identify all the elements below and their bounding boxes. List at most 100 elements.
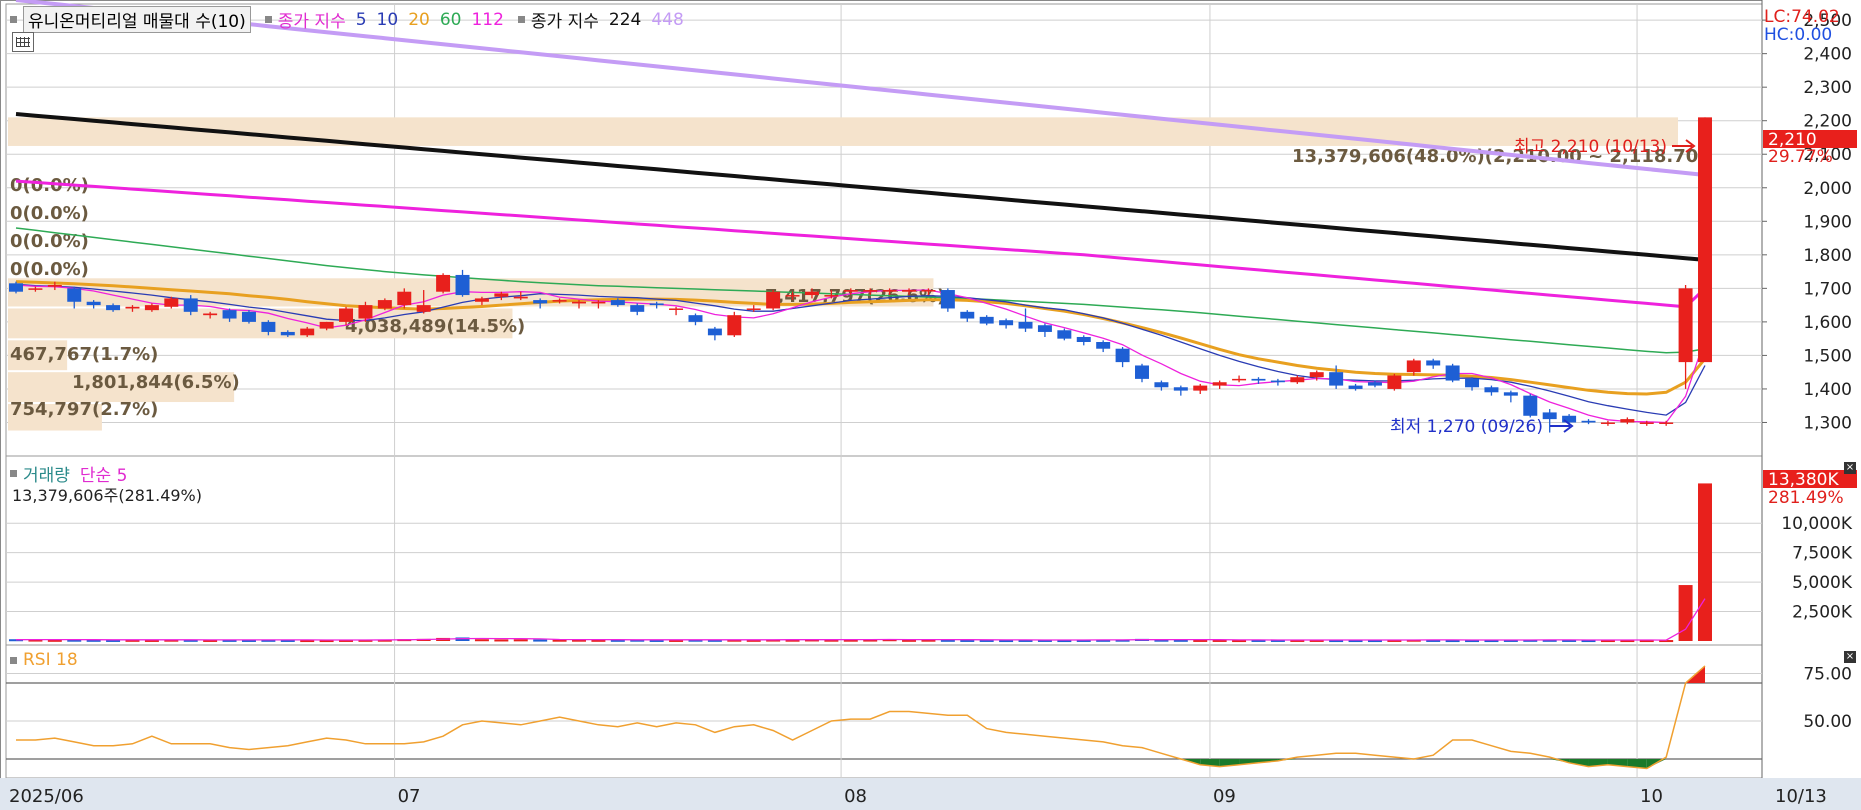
volume-tick-label: 5,000K [1792,573,1853,593]
price-tick-label: 1,400 [1803,380,1852,400]
ma20-legend[interactable]: 20 [408,10,430,30]
price-legend[interactable]: 유니온머티리얼 매물대 수(10) 종가 지수 5 10 20 60 112 종… [6,6,694,33]
price-tick-label: 1,900 [1803,212,1852,232]
candle-body [1135,365,1149,379]
candle-body [1659,422,1674,424]
candle-body [1600,422,1615,424]
candle-body [1212,382,1227,386]
candle-body [1290,377,1305,383]
candle-body [1154,382,1169,388]
x-tick-label: 09 [1213,786,1236,807]
volume-profile-bar [8,117,1678,146]
volume-tick-label: 7,500K [1792,544,1853,564]
candle-body [649,303,664,306]
candle-body [9,283,23,292]
stock-chart[interactable]: 2,5002,4002,3002,2002,1002,0001,9001,800… [0,0,1861,810]
candle-body [1678,288,1693,363]
x-axis-right-label: 10/13 [1775,786,1827,807]
price-tick-label: 1,500 [1803,346,1852,366]
rsi-tick-label: 50.00 [1803,712,1852,732]
volume-current-pct: 281.49% [1768,488,1844,508]
max-price-label: 최고 2,210 (10/13) [1514,137,1667,157]
candle-body [1173,387,1188,391]
volume-profile-label: 0(0.0%) [10,203,89,224]
candle-body [1057,330,1072,339]
candle-body [882,290,897,292]
candle-body [591,301,606,304]
volume-current-label: 13,380K [1768,470,1839,490]
ma5-legend[interactable]: 5 [356,10,367,30]
ma10-legend[interactable]: 10 [377,10,399,30]
price-legend-title[interactable]: 유니온머티리얼 매물대 수(10) [23,6,251,33]
x-tick-label: 07 [398,786,421,807]
volume-profile-label: 0(0.0%) [10,231,89,252]
candle-body [824,295,839,297]
price-tick-label: 2,300 [1803,78,1852,98]
ma224-legend[interactable]: 224 [609,10,641,30]
candle-body [1465,378,1480,388]
x-tick-label: 08 [844,786,867,807]
candle-body [86,301,101,306]
candle-body [1639,422,1654,424]
rsi-tick-label: 75.00 [1803,665,1852,685]
candle-body [1037,325,1052,332]
candle-body [1329,372,1344,386]
rsi-legend[interactable]: RSI 18 [6,650,88,670]
candle-body [319,321,334,329]
candle-body [766,291,781,309]
volume-profile-label: 0(0.0%) [10,259,89,280]
candle-body [1406,360,1421,373]
legend-box-icon [10,656,17,664]
close-icon[interactable]: × [1844,462,1856,474]
current-change-label: 29.77% [1768,147,1833,167]
legend-box-icon [517,16,525,23]
close-icon[interactable]: × [1844,651,1856,663]
candle-body [1387,375,1402,389]
candle-body [358,305,373,319]
candle-body [727,315,742,336]
candle-body [863,290,878,292]
candle-body [300,328,315,336]
candle-body [1367,382,1382,386]
price-tick-label: 1,800 [1803,246,1852,266]
candle-body [1503,392,1518,396]
candle-body [1426,360,1441,366]
candle-body [144,305,159,311]
candle-body [902,290,917,292]
volume-profile-label: 1,801,844(6.5%) [72,372,240,393]
ma448-legend[interactable]: 448 [651,10,683,30]
candle-body [1542,412,1557,420]
candle-body [339,308,354,322]
candle-body [979,316,994,324]
ma112-legend[interactable]: 112 [471,10,503,30]
price-tick-label: 1,700 [1803,279,1852,299]
candle-body [1018,321,1033,329]
candle-body [630,305,645,312]
candle-body [455,274,470,296]
price-tick-label: 2,200 [1803,112,1852,132]
volume-profile-label: 467,767(1.7%) [10,344,158,365]
candle-body [106,305,121,311]
rsi-legend-label[interactable]: RSI 18 [23,650,78,670]
candle-body [552,300,567,302]
candle-body [804,291,819,296]
ma60-legend[interactable]: 60 [440,10,462,30]
candle-body [203,313,218,316]
table-icon[interactable] [12,32,34,52]
candle-body [513,296,528,299]
candle-body [377,300,392,309]
legend-box-icon [10,470,17,477]
legend-box-icon [264,16,272,23]
volume-bar [1698,483,1712,641]
ma2-legend-label[interactable]: 종가 지수 [531,7,599,32]
ma-legend-label[interactable]: 종가 지수 [278,7,346,32]
volume-profile-label: 754,797(2.7%) [10,399,158,420]
candle-body [572,301,586,304]
candle-body [921,290,936,292]
hc-label: HC:0.00 [1764,25,1832,45]
candle-body [785,295,800,297]
candle-body [1096,342,1111,349]
candle-body [222,310,237,319]
price-tick-label: 1,600 [1803,313,1852,333]
candle-body [125,306,140,309]
